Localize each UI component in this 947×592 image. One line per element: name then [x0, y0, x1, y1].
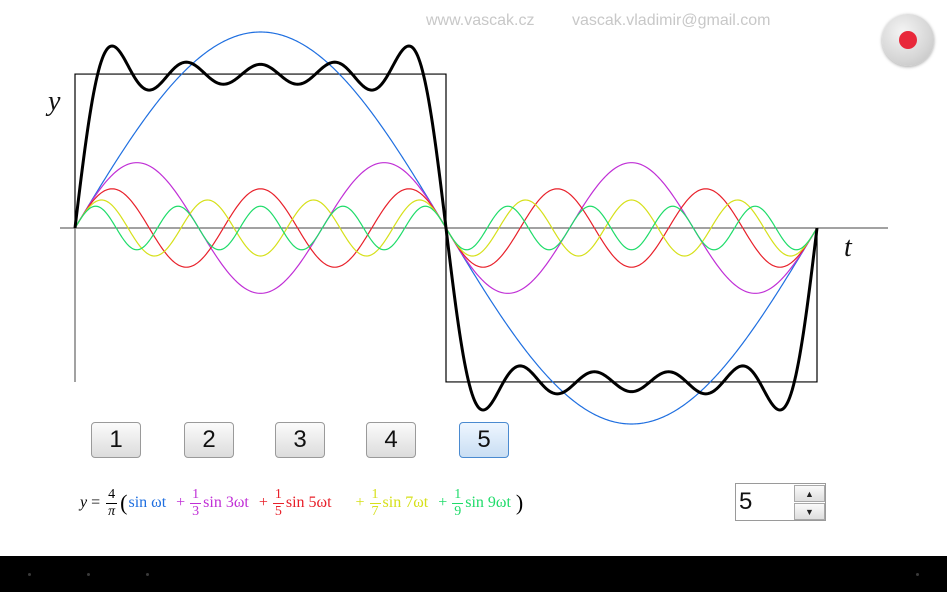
nav-dot	[28, 573, 31, 576]
prefactor-numerator: 4	[106, 486, 118, 504]
fourier-applet: www.vascak.cz vascak.vladimir@gmail.com …	[0, 0, 947, 556]
harmonic-button-1[interactable]: 1	[91, 422, 141, 458]
harmonic-count-spinner: ▲ ▼	[735, 483, 826, 521]
term-5-text: sin 5ωt	[285, 494, 332, 511]
term-5-numerator: 1	[272, 486, 284, 504]
plus-sign: +	[355, 494, 365, 511]
prefactor-denominator: π	[108, 503, 116, 519]
term-1-text: sin ωt	[128, 494, 167, 511]
term-7-denominator: 7	[371, 503, 379, 519]
nav-dot	[146, 573, 149, 576]
formula-term-1: sin ωt	[128, 494, 166, 512]
harmonic-button-2[interactable]: 2	[184, 422, 234, 458]
triangle-down-icon: ▼	[805, 506, 814, 517]
harmonic-button-3[interactable]: 3	[275, 422, 325, 458]
formula-equals: =	[91, 494, 101, 511]
fourier-plot	[60, 31, 888, 425]
formula-lhs: y	[80, 494, 88, 511]
term-9-numerator: 1	[452, 486, 464, 504]
formula-term-9: 1 9 sin 9ωt	[450, 486, 511, 519]
plus-sign: +	[438, 494, 448, 511]
formula-term-7: 1 7 sin 7ωt	[368, 486, 429, 519]
spinner-up-button[interactable]: ▲	[794, 485, 825, 502]
term-7-text: sin 7ωt	[382, 494, 429, 511]
term-5-denominator: 5	[274, 503, 282, 519]
term-9-text: sin 9ωt	[465, 494, 511, 511]
formula-prefactor: 4 π	[106, 486, 118, 519]
plus-sign: +	[176, 494, 186, 511]
term-9-denominator: 9	[454, 503, 462, 519]
term-3-denominator: 3	[192, 503, 200, 519]
nav-dot	[916, 573, 919, 576]
formula-term-5: 1 5 sin 5ωt	[271, 486, 332, 519]
close-paren: )	[515, 490, 524, 515]
open-paren: (	[120, 490, 128, 515]
y-axis-label: y	[48, 86, 61, 117]
plus-sign: +	[258, 494, 268, 511]
system-navigation-bar	[0, 556, 947, 592]
formula-term-3: 1 3 sin 3ωt	[188, 486, 249, 519]
t-axis-label: t	[844, 232, 852, 263]
term-3-text: sin 3ωt	[203, 494, 249, 511]
spinner-down-button[interactable]: ▼	[794, 503, 825, 520]
harmonic-count-input[interactable]	[739, 487, 793, 517]
harmonic-button-4[interactable]: 4	[366, 422, 416, 458]
term-3-numerator: 1	[190, 486, 202, 504]
harmonic-button-5[interactable]: 5	[459, 422, 509, 458]
nav-dot	[87, 573, 90, 576]
triangle-up-icon: ▲	[805, 488, 814, 499]
term-7-numerator: 1	[369, 486, 381, 504]
fourier-formula: y = 4 π ( sin ωt + 1 3 sin 3ωt + 1 5 sin…	[80, 478, 524, 528]
